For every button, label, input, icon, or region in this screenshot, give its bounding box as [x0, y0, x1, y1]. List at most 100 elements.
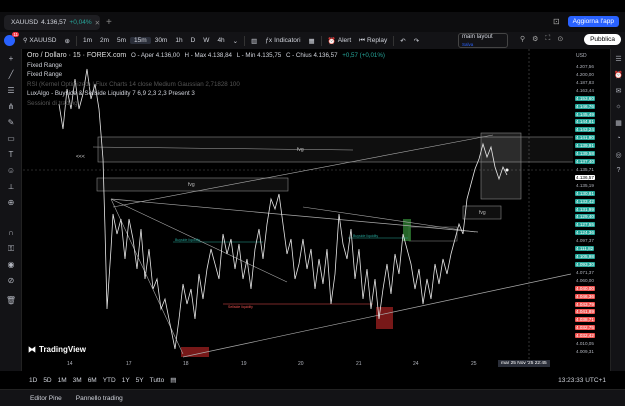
symbol-tab[interactable]: XAUUSD 4.136,57 +0,04% ✕ [4, 15, 100, 30]
interval-15m[interactable]: 15m [130, 37, 151, 44]
time-label: 17 [126, 361, 132, 367]
settings-icon[interactable]: ⚙ [532, 35, 538, 43]
search-icon[interactable]: ⚲ [520, 35, 525, 43]
avatar[interactable]: 11 [4, 32, 19, 46]
price-label: 4.097,37 [576, 238, 594, 244]
price-axis[interactable]: USD 4.207,56 4.200,00 4.187,83 4.163,44 4.15… [573, 49, 610, 371]
calendar-icon[interactable]: ▦ [614, 119, 623, 128]
range-1m[interactable]: 1M [58, 377, 67, 384]
alerts-icon[interactable]: ⏰ [614, 71, 623, 80]
price-label: 4.200,00 [576, 71, 594, 77]
interval-w[interactable]: W [199, 37, 213, 44]
time-axis[interactable]: 14 17 18 19 20 21 24 25 mar 25 Nov '25 2… [23, 359, 573, 371]
new-tab-icon[interactable]: + [106, 17, 112, 28]
tab-price: 4.136,57 [41, 19, 67, 26]
layout-selector[interactable]: main layout Salva [458, 33, 508, 48]
price-label: 4.105,98 [575, 254, 595, 259]
publish-button[interactable]: Pubblica [584, 34, 621, 45]
help-icon[interactable]: ? [614, 167, 623, 176]
add-symbol-icon[interactable]: ⊕ [61, 37, 74, 45]
hide-drawings-icon[interactable]: ⊘ [5, 275, 17, 286]
legend-indicator-4[interactable]: LuxAlgo - Buyside & Sellside Liquidity 7… [27, 89, 388, 99]
tradingview-logo-icon: ⧓ [28, 345, 36, 354]
legend-indicator-2[interactable]: Fixed Range [27, 70, 388, 80]
templates-icon[interactable]: ▦ [305, 37, 319, 45]
redo-icon[interactable]: ↷ [410, 37, 423, 45]
fullscreen-icon[interactable]: ⛶ [545, 35, 550, 43]
right-sidebar: ☰ ⏰ ✉ ☼ ▦ ◔ ◎ ? [610, 49, 625, 371]
ruler-icon[interactable]: ⟂ [5, 181, 17, 192]
horizontal-lines-icon[interactable]: ☰ [5, 85, 17, 96]
interval-5m[interactable]: 5m [113, 37, 130, 44]
watchlist-icon[interactable]: ☰ [614, 55, 623, 64]
price-label: 4.135,19 [576, 182, 594, 188]
crosshair-icon[interactable]: + [5, 53, 17, 64]
fvg-label-top: fvg [297, 147, 304, 153]
undo-icon[interactable]: ↶ [396, 37, 409, 45]
symbol-search[interactable]: ⚲ XAUUSD [19, 37, 61, 44]
update-app-button[interactable]: Aggiorna l'app [567, 16, 619, 27]
trend-line-icon[interactable]: ╱ [5, 69, 17, 80]
candle-style-icon[interactable]: ▥ [247, 37, 261, 45]
magnet-icon[interactable]: ∩ [5, 227, 17, 238]
current-zone[interactable] [480, 132, 522, 200]
legend-indicator-1[interactable]: Fixed Range [27, 61, 388, 71]
notifications-icon[interactable]: ◔ [614, 135, 623, 144]
text-icon[interactable]: T [5, 149, 17, 160]
tab-trading-panel[interactable]: Pannello trading [76, 395, 123, 402]
tab-change: +0,04% [69, 19, 92, 26]
replay-button[interactable]: ⏮ Replay [355, 37, 391, 45]
range-3m[interactable]: 3M [73, 377, 82, 384]
price-label: 4.127,55 [575, 222, 595, 228]
legend-indicator-3[interactable]: RSI (Kernel Optimized) | Flux Charts 14 … [27, 80, 388, 90]
camera-icon[interactable]: ⊙ [557, 35, 563, 43]
price-label: 4.137,40 [575, 159, 595, 164]
interval-2m[interactable]: 2m [96, 37, 113, 44]
range-5d[interactable]: 5D [43, 377, 51, 384]
camera-icon[interactable]: ⊡ [553, 17, 560, 26]
legend-symbol[interactable]: Oro / Dollaro · 15 · FOREX.com [27, 52, 126, 59]
lock-icon[interactable]: ⚿ [5, 243, 17, 254]
time-label: 20 [298, 361, 304, 367]
price-label: 4.071,37 [576, 269, 594, 275]
ideas-icon[interactable]: ☼ [614, 103, 623, 112]
range-6m[interactable]: 6M [88, 377, 97, 384]
range-5y[interactable]: 5Y [136, 377, 144, 384]
eye-icon[interactable]: ◉ [5, 259, 17, 270]
tab-pine-editor[interactable]: Editor Pine [30, 395, 62, 402]
interval-1m[interactable]: 1m [79, 37, 96, 44]
divider [75, 35, 77, 46]
utc-clock[interactable]: 13:23:33 UTC+1 [558, 377, 606, 384]
divider [320, 35, 322, 46]
legend-open: O - Aper 4.136,00 [130, 52, 180, 59]
zoom-icon[interactable]: ⊕ [5, 197, 17, 208]
chevron-down-icon[interactable]: ⌄ [229, 37, 242, 45]
fvg-label-left: fvg [188, 182, 195, 188]
range-all[interactable]: Tutto [150, 377, 165, 384]
trash-icon[interactable]: 🗑 [5, 295, 17, 306]
small-zone[interactable] [408, 226, 458, 242]
close-tab-icon[interactable]: ✕ [95, 19, 100, 27]
indicators-button[interactable]: ƒx Indicatori [261, 37, 304, 44]
date-range-bar: 1D 5D 1M 3M 6M YTD 1Y 5Y Tutto ▤ 13:23:3… [23, 373, 610, 387]
pitchfork-icon[interactable]: ⋔ [5, 101, 17, 112]
brush-icon[interactable]: ✎ [5, 117, 17, 128]
emoji-icon[interactable]: ☺ [5, 165, 17, 176]
interval-4h[interactable]: 4h [213, 37, 228, 44]
streams-icon[interactable]: ◎ [614, 151, 623, 160]
rectangle-icon[interactable]: ▭ [5, 133, 17, 144]
chat-icon[interactable]: ✉ [614, 87, 623, 96]
range-1d[interactable]: 1D [29, 377, 37, 384]
alert-button[interactable]: ⏰ Alert [324, 37, 355, 45]
legend-indicator-5[interactable]: Sessioni di trading [27, 99, 388, 109]
price-label: 4.133,42 [575, 198, 595, 204]
interval-d[interactable]: D [187, 37, 200, 44]
chart-pane[interactable]: Oro / Dollaro · 15 · FOREX.com O - Aper … [23, 49, 573, 371]
interval-1h[interactable]: 1h [171, 37, 186, 44]
price-label: 4.153,60 [575, 95, 595, 101]
currency-label[interactable]: USD [576, 53, 587, 59]
calendar-icon[interactable]: ▤ [170, 376, 176, 384]
range-ytd[interactable]: YTD [103, 377, 116, 384]
range-1y[interactable]: 1Y [122, 377, 130, 384]
interval-30m[interactable]: 30m [151, 37, 172, 44]
